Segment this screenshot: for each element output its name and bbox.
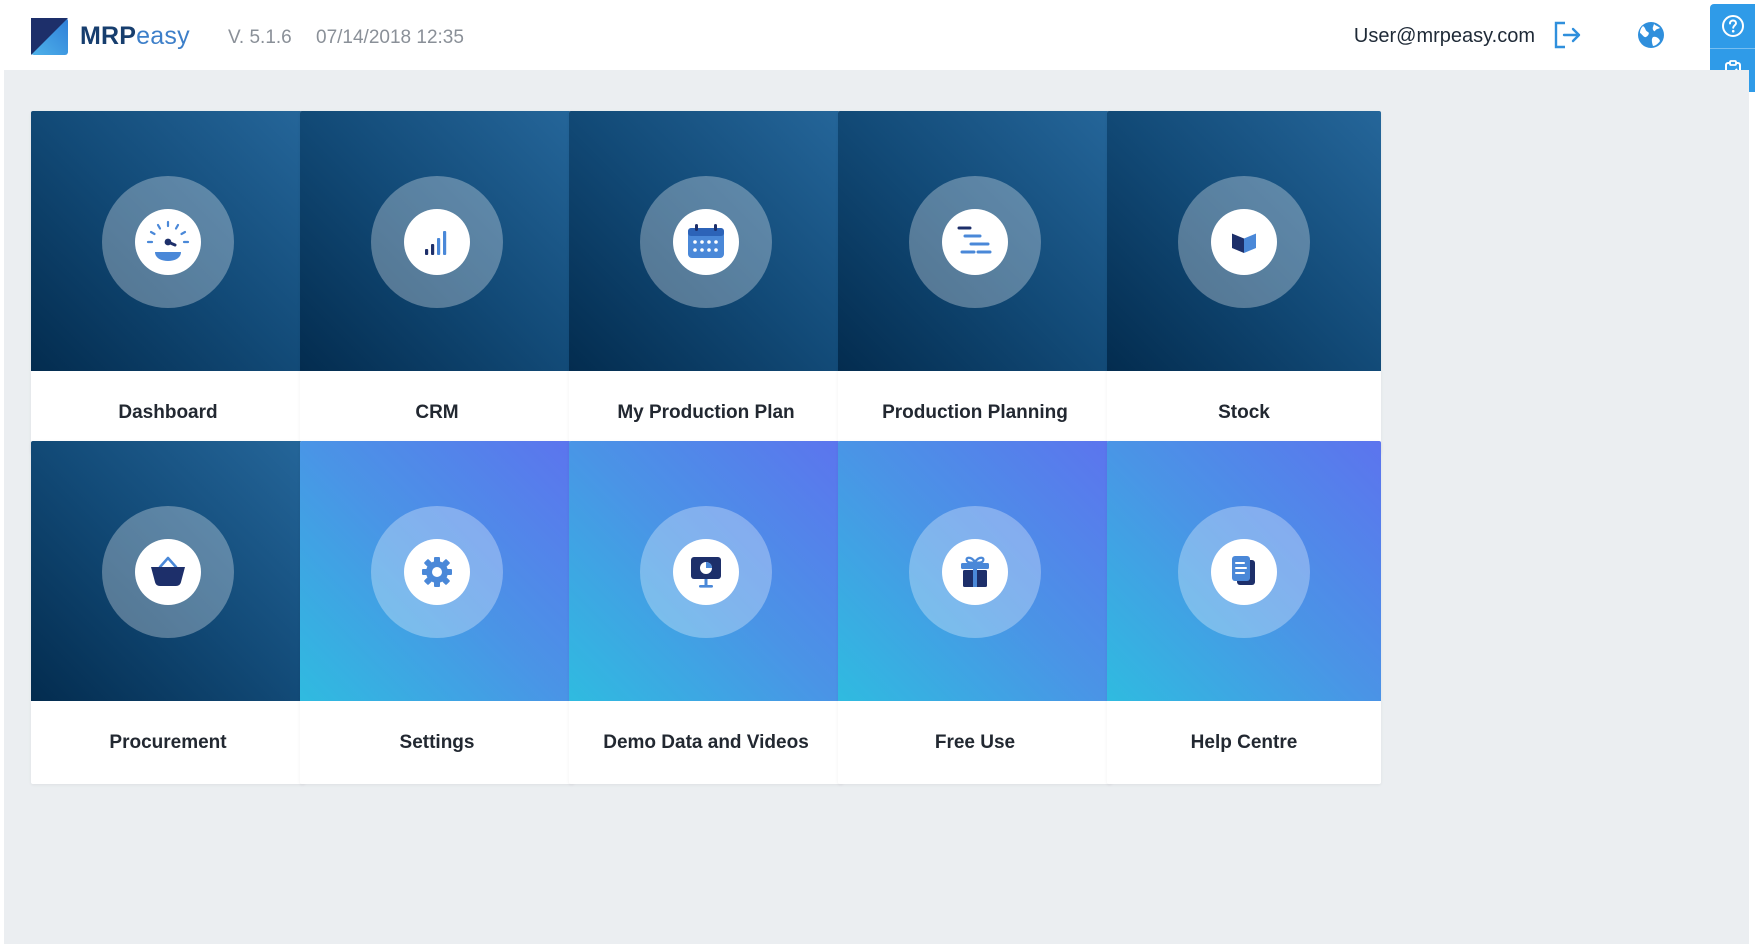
tile-label: Demo Data and Videos: [603, 731, 809, 753]
mrpeasy-logo[interactable]: MRPeasy: [31, 18, 190, 55]
tile-label: Procurement: [109, 731, 227, 753]
help-icon: [1721, 15, 1744, 37]
module-grid: Dashboard CRM My Production Plan Product…: [4, 70, 1749, 944]
icon-disc: [673, 539, 739, 605]
icon-disc: [1211, 209, 1277, 275]
globe-icon[interactable]: [1636, 20, 1666, 55]
icon-ring: [640, 176, 772, 308]
tile-label: Help Centre: [1190, 731, 1298, 753]
box-icon: [1230, 227, 1258, 253]
logo-text: MRPeasy: [80, 22, 190, 50]
icon-disc: [942, 539, 1008, 605]
gantt-lines-icon: [957, 226, 992, 254]
icon-ring: [102, 176, 234, 308]
icon-disc: [135, 539, 201, 605]
logout-icon[interactable]: [1553, 20, 1583, 55]
tile-demo-data-and-videos[interactable]: Demo Data and Videos: [569, 441, 843, 784]
top-header: MRPeasy V. 5.1.6 07/14/2018 12:35 User@m…: [0, 0, 1755, 70]
tile-help-centre[interactable]: Help Centre: [1107, 441, 1381, 784]
gear-icon: [422, 557, 452, 587]
presentation-icon: [691, 557, 721, 588]
icon-ring: [371, 506, 503, 638]
tile-header: [838, 111, 1112, 371]
speedometer-icon: [146, 220, 190, 261]
gift-icon: [961, 556, 989, 587]
tile-header: [31, 441, 305, 701]
tile-procurement[interactable]: Procurement: [31, 441, 305, 784]
icon-disc: [135, 209, 201, 275]
icon-disc: [404, 539, 470, 605]
signal-bars-icon: [425, 231, 447, 255]
tile-settings[interactable]: Settings: [300, 441, 574, 784]
icon-ring: [909, 176, 1041, 308]
icon-disc: [1211, 539, 1277, 605]
tile-my-production-plan[interactable]: My Production Plan: [569, 111, 843, 454]
icon-ring: [1178, 506, 1310, 638]
icon-disc: [942, 209, 1008, 275]
help-button[interactable]: [1710, 4, 1755, 48]
tile-label: Settings: [399, 731, 475, 753]
tile-header: [1107, 111, 1381, 371]
tile-header: [31, 111, 305, 371]
tile-header: [300, 441, 574, 701]
calendar-icon: [688, 224, 724, 258]
icon-ring: [909, 506, 1041, 638]
icon-ring: [640, 506, 772, 638]
tile-dashboard[interactable]: Dashboard: [31, 111, 305, 454]
tile-header: [838, 441, 1112, 701]
tile-crm[interactable]: CRM: [300, 111, 574, 454]
user-email-link[interactable]: User@mrpeasy.com: [1354, 25, 1535, 48]
tile-header: [300, 111, 574, 371]
logo-mark-icon: [31, 18, 68, 55]
version-label: V. 5.1.6: [228, 27, 292, 48]
basket-icon: [151, 556, 185, 586]
tile-stock[interactable]: Stock: [1107, 111, 1381, 454]
icon-ring: [371, 176, 503, 308]
icon-ring: [102, 506, 234, 638]
tile-free-use[interactable]: Free Use: [838, 441, 1112, 784]
icon-disc: [404, 209, 470, 275]
tile-header: [569, 111, 843, 371]
icon-ring: [1178, 176, 1310, 308]
tile-header: [569, 441, 843, 701]
document-icon: [1232, 556, 1255, 585]
tile-production-planning[interactable]: Production Planning: [838, 111, 1112, 454]
icon-disc: [673, 209, 739, 275]
datetime-label: 07/14/2018 12:35: [316, 27, 464, 48]
tile-label: Free Use: [934, 731, 1016, 753]
tile-header: [1107, 441, 1381, 701]
